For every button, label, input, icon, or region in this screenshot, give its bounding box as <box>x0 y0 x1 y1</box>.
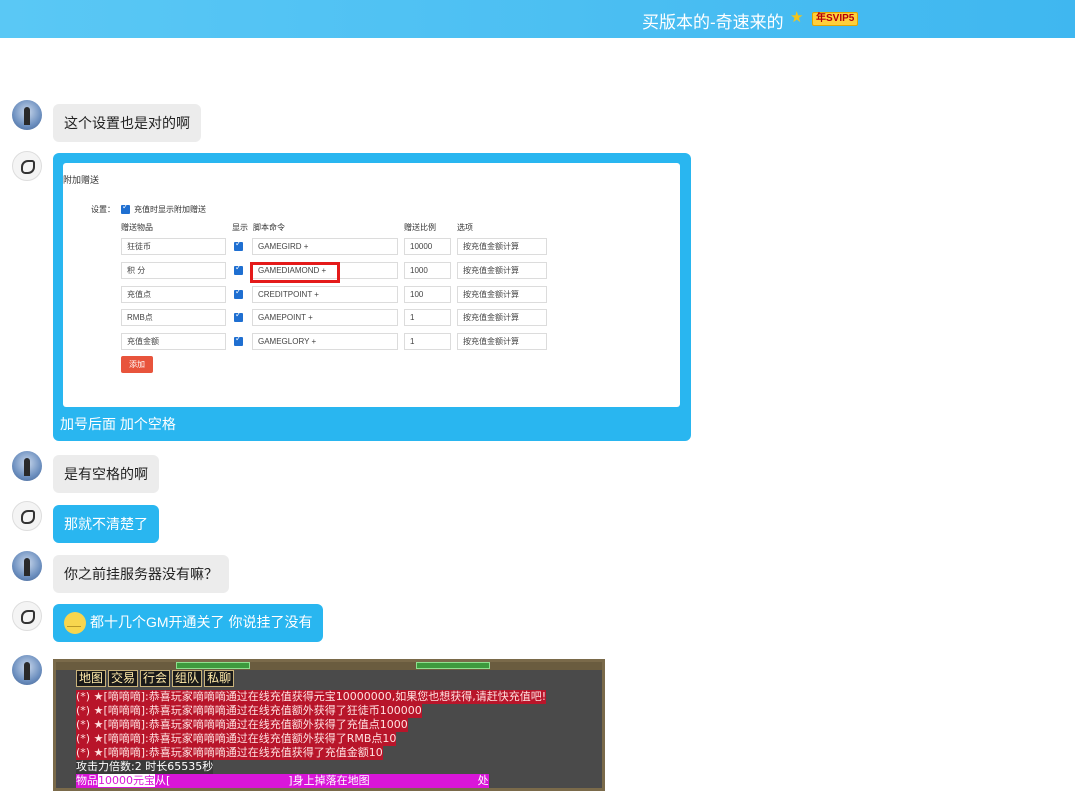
drop-item: 10000元宝 <box>98 774 155 787</box>
checkbox-icon <box>234 239 243 251</box>
game-bar <box>176 662 250 669</box>
item-field: 狂徒币 <box>121 238 226 255</box>
avatar-other[interactable] <box>12 655 42 685</box>
message-text: 都十几个GM开通关了 你说挂了没有 <box>90 614 313 630</box>
game-chat-tabs: 地图 交易 行会 组队 私聊 <box>76 670 235 687</box>
game-chat-line: (*) ★[嘀嘀嘀]:恭喜玩家嘀嘀嘀通过在线充值额外获得了狂徒币100000 <box>76 704 422 718</box>
setting-label: 设置： <box>91 205 115 214</box>
game-bar <box>416 662 490 669</box>
setting-option: 充值时显示附加赠送 <box>134 205 206 214</box>
game-tab: 地图 <box>76 670 107 687</box>
chat-header: 买版本的-奇速来的 ★ 年SVIP5 <box>0 0 1075 38</box>
col-header-option: 选项 <box>457 223 473 232</box>
crown-star-icon: ★ <box>790 9 804 26</box>
script-field: GAMEPOINT + <box>252 309 398 326</box>
option-field: 按充值金额计算 <box>457 262 547 279</box>
avatar-self[interactable] <box>12 151 42 181</box>
ratio-field: 1 <box>404 333 451 350</box>
avatar-self[interactable] <box>12 601 42 631</box>
highlight-box <box>250 262 340 283</box>
checkbox-icon <box>234 310 243 322</box>
message-bubble: 这个设置也是对的啊 <box>53 104 201 142</box>
col-header-ratio: 赠送比例 <box>404 223 436 232</box>
chat-title[interactable]: 买版本的-奇速来的 <box>642 8 784 33</box>
game-screenshot[interactable]: 地图 交易 行会 组队 私聊 (*) ★[嘀嘀嘀]:恭喜玩家嘀嘀嘀通过在线充值获… <box>53 659 605 791</box>
ratio-field: 1000 <box>404 262 451 279</box>
checkbox-icon <box>234 287 243 299</box>
col-header-script: 脚本命令 <box>253 223 285 232</box>
settings-screenshot[interactable]: 附加赠送 设置： 充值时显示附加赠送 赠送物品 显示 脚本命令 赠送比例 选项 … <box>63 163 680 407</box>
drop-location: ]身上掉落在地图 <box>288 774 370 787</box>
script-field: GAMEGIRD + <box>252 238 398 255</box>
game-chat-line: 攻击力倍数:2 时长65535秒 <box>76 760 214 774</box>
avatar-self[interactable] <box>12 501 42 531</box>
game-chat-line: (*) ★[嘀嘀嘀]:恭喜玩家嘀嘀嘀通过在线充值额外获得了RMB点10 <box>76 732 397 746</box>
game-frame <box>56 662 602 670</box>
option-field: 按充值金额计算 <box>457 238 547 255</box>
game-chat-line: (*) ★[嘀嘀嘀]:恭喜玩家嘀嘀嘀通过在线充值获得了充值金额10 <box>76 746 383 760</box>
image-message-bubble: 附加赠送 设置： 充值时显示附加赠送 赠送物品 显示 脚本命令 赠送比例 选项 … <box>53 153 691 441</box>
drop-from: 从[ <box>155 774 171 787</box>
script-field: GAMEGLORY + <box>252 333 398 350</box>
avatar-other[interactable] <box>12 100 42 130</box>
option-field: 按充值金额计算 <box>457 333 547 350</box>
ratio-field: 1 <box>404 309 451 326</box>
game-tab: 组队 <box>172 670 203 687</box>
option-field: 按充值金额计算 <box>457 286 547 303</box>
item-field: RMB点 <box>121 309 226 326</box>
col-header-show: 显示 <box>232 223 248 232</box>
image-caption: 加号后面 加个空格 <box>60 416 176 432</box>
item-field: 积 分 <box>121 262 226 279</box>
script-field: CREDITPOINT + <box>252 286 398 303</box>
option-field: 按充值金额计算 <box>457 309 547 326</box>
message-bubble: 都十几个GM开通关了 你说挂了没有 <box>53 604 324 643</box>
emoji-icon <box>64 612 86 637</box>
drop-prefix: 物品 <box>76 774 98 787</box>
item-field: 充值点 <box>121 286 226 303</box>
game-chat-line: (*) ★[嘀嘀嘀]:恭喜玩家嘀嘀嘀通过在线充值额外获得了充值点1000 <box>76 718 408 732</box>
ratio-field: 100 <box>404 286 451 303</box>
avatar-other[interactable] <box>12 551 42 581</box>
ratio-field: 10000 <box>404 238 451 255</box>
game-tab: 行会 <box>140 670 171 687</box>
game-tab: 私聊 <box>204 670 235 687</box>
drop-end: 处 <box>477 774 489 787</box>
item-field: 充值金额 <box>121 333 226 350</box>
avatar-other[interactable] <box>12 451 42 481</box>
add-button: 添加 <box>121 356 153 373</box>
checkbox-icon <box>121 202 130 214</box>
vip-badge: 年SVIP5 <box>812 12 859 26</box>
game-chat-line: (*) ★[嘀嘀嘀]:恭喜玩家嘀嘀嘀通过在线充值获得元宝10000000,如果您… <box>76 690 547 704</box>
game-drop-line: 物品10000元宝从[ ]身上掉落在地图 处 <box>76 774 489 788</box>
col-header-item: 赠送物品 <box>121 223 153 232</box>
message-bubble: 是有空格的啊 <box>53 455 159 493</box>
section-title: 附加赠送 <box>63 175 100 185</box>
checkbox-icon <box>234 334 243 346</box>
message-bubble: 你之前挂服务器没有嘛？ <box>53 555 229 593</box>
checkbox-icon <box>234 263 243 275</box>
message-bubble: 那就不清楚了 <box>53 505 159 543</box>
game-tab: 交易 <box>108 670 139 687</box>
